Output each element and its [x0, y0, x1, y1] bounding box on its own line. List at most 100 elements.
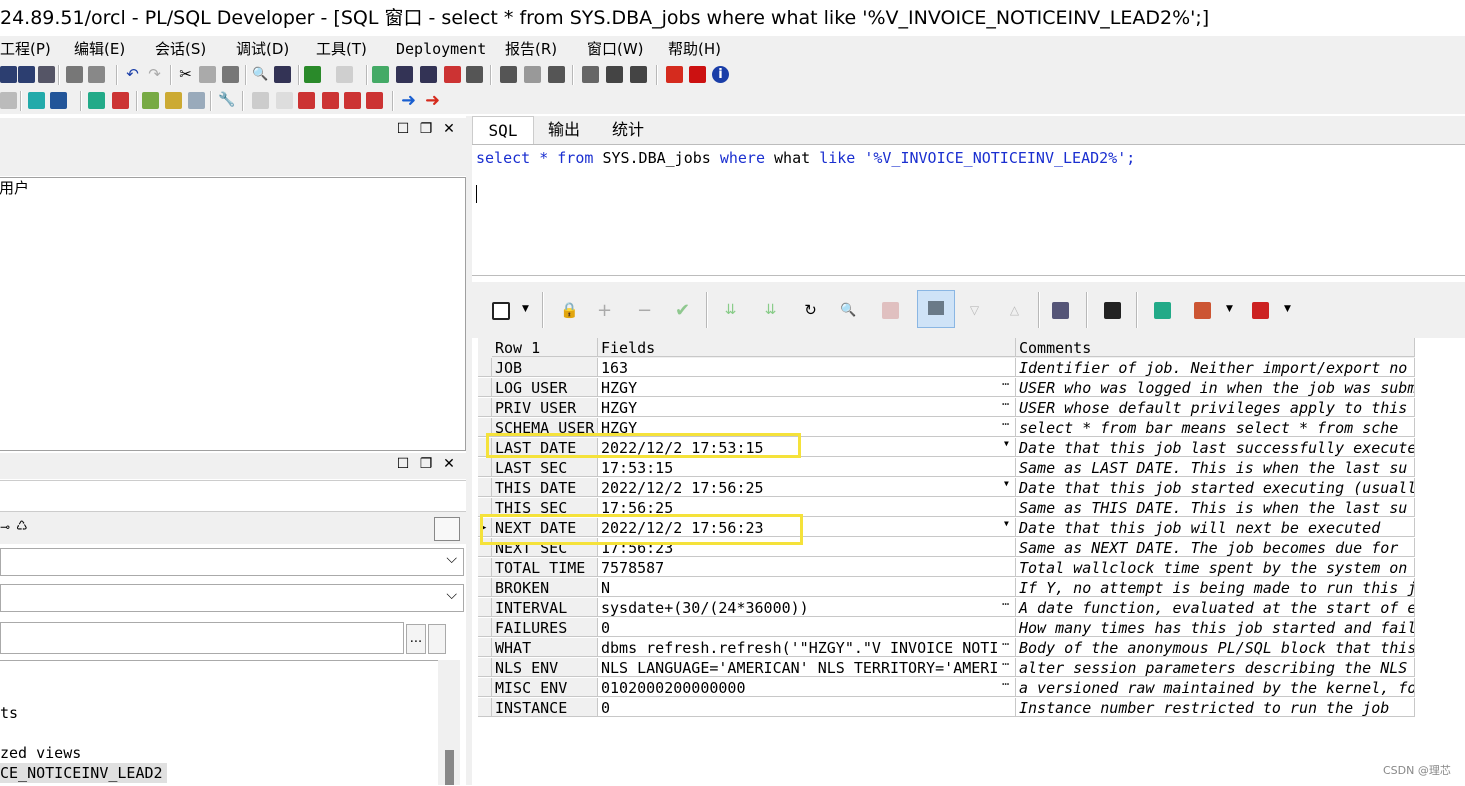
field-name-cell[interactable]: PRIV_USER [492, 398, 598, 417]
find-icon[interactable]: 🔍 [840, 302, 857, 319]
user-select[interactable]: ⌵ [0, 548, 464, 576]
table-row[interactable]: MISC_ENV 0102000200000000 a versioned raw … [478, 678, 1415, 698]
comment-cell[interactable]: Same as THIS_DATE. This is when the last… [1016, 498, 1415, 517]
breakpoint-icon[interactable] [276, 92, 293, 109]
table-row[interactable]: WHAT dbms_refresh.refresh('"HZGY"."V_INVO… [478, 638, 1415, 658]
table-row[interactable]: JOB 163 Identifier of job. Neither import/… [478, 358, 1415, 378]
field-name-cell[interactable]: INSTANCE [492, 698, 598, 717]
save-icon[interactable] [0, 66, 17, 83]
comment-cell[interactable]: How many times has this job started and … [1016, 618, 1415, 637]
grid-view-icon[interactable] [606, 66, 623, 83]
chevron-down-icon[interactable]: ▼ [522, 304, 529, 314]
ellipsis-icon[interactable]: … [1002, 414, 1009, 428]
uncomment-icon[interactable] [466, 66, 483, 83]
table-row[interactable]: INTERVAL sysdate+(30/(24*36000)) A date fu… [478, 598, 1415, 618]
table-row[interactable]: NLS_ENV NLS_LANGUAGE='AMERICAN' NLS_TERRI… [478, 658, 1415, 678]
column-header-comments[interactable]: Comments [1016, 338, 1415, 357]
query-by-example-icon[interactable] [1052, 302, 1069, 319]
sql-editor[interactable]: select * from SYS.DBA_jobs where what li… [472, 144, 1465, 276]
field-name-cell[interactable]: LAST_SEC [492, 458, 598, 477]
find-replace-icon[interactable] [274, 66, 291, 83]
refresh-objects-icon[interactable]: ♺ [16, 519, 28, 534]
field-name-cell[interactable]: JOB [492, 358, 598, 377]
list-item[interactable]: ts [0, 703, 18, 723]
field-name-cell[interactable]: THIS_DATE [492, 478, 598, 497]
sql-window-icon[interactable] [50, 92, 67, 109]
comment-icon[interactable] [444, 66, 461, 83]
comment-cell[interactable]: USER who was logged in when the job was … [1016, 378, 1415, 397]
find-icon[interactable]: 🔍 [252, 66, 269, 83]
cut-icon[interactable]: ✂ [177, 66, 194, 83]
menu-project[interactable]: 工程(P) [0, 36, 51, 62]
menu-window[interactable]: 窗口(W) [587, 36, 644, 62]
previous-record-icon[interactable]: ▽ [966, 302, 983, 319]
comment-cell[interactable]: Identifier of job. Neither import/export… [1016, 358, 1415, 377]
pdf-icon[interactable] [689, 66, 706, 83]
comment-cell[interactable]: Date that this job last successfully exe… [1016, 438, 1415, 457]
row-indicator[interactable] [478, 478, 492, 497]
connection-icon[interactable] [1154, 302, 1171, 319]
ellipsis-icon[interactable]: … [1002, 654, 1009, 668]
execute-icon[interactable] [304, 66, 321, 83]
menu-debug[interactable]: 调试(D) [236, 36, 289, 62]
ellipsis-icon[interactable]: … [1002, 374, 1009, 388]
plus-icon[interactable]: + [596, 302, 613, 320]
field-value-cell[interactable]: sysdate+(30/(24*36000)) [598, 598, 1016, 617]
comment-cell[interactable]: Body of the anonymous PL/SQL block that … [1016, 638, 1415, 657]
color-picker-button[interactable] [434, 517, 460, 541]
ellipsis-icon[interactable]: … [1002, 634, 1009, 648]
table-row[interactable]: LOG_USER HZGY USER who was logged in when … [478, 378, 1415, 398]
field-name-cell[interactable]: FAILURES [492, 618, 598, 637]
row-indicator[interactable] [478, 618, 492, 637]
table-row[interactable]: TOTAL_TIME 7578587 Total wallclock time sp… [478, 558, 1415, 578]
field-value-cell[interactable]: 0 [598, 618, 1016, 637]
table-view-icon[interactable] [630, 66, 647, 83]
cascade-icon[interactable] [548, 66, 565, 83]
dropdown-icon[interactable]: ▼ [1004, 479, 1009, 488]
print-icon[interactable] [66, 66, 83, 83]
filter-icon[interactable]: ⊸ [0, 520, 10, 534]
check-icon[interactable]: ✔ [674, 302, 691, 320]
comment-cell[interactable]: USER whose default privileges apply to t… [1016, 398, 1415, 417]
fetch-last-icon[interactable]: ⇊ [762, 302, 779, 319]
undo-icon[interactable]: ↶ [124, 66, 141, 83]
row-indicator[interactable] [478, 458, 492, 477]
explain-icon[interactable] [142, 92, 159, 109]
field-value-cell[interactable]: N [598, 578, 1016, 597]
field-name-cell[interactable]: BROKEN [492, 578, 598, 597]
connect-icon[interactable] [0, 92, 17, 109]
redo-icon[interactable]: ↷ [146, 66, 163, 83]
field-value-cell[interactable]: HZGY [598, 378, 1016, 397]
grid-header[interactable]: Row 1 Fields Comments [478, 338, 1415, 358]
step-out-icon[interactable] [366, 92, 383, 109]
maximize-icon[interactable]: ☐ [396, 122, 410, 136]
dropdown-icon[interactable]: ▼ [1004, 439, 1009, 448]
field-name-cell[interactable]: LOG_USER [492, 378, 598, 397]
field-name-cell[interactable]: WHAT [492, 638, 598, 657]
scrollbar[interactable] [438, 660, 460, 785]
windows-icon[interactable] [582, 66, 599, 83]
menu-session[interactable]: 会话(S) [155, 36, 206, 62]
row-indicator[interactable] [478, 378, 492, 397]
field-value-cell[interactable]: 2022/12/2 17:56:25 [598, 478, 1016, 497]
ellipsis-icon[interactable]: … [1002, 594, 1009, 608]
row-indicator[interactable] [478, 678, 492, 697]
menu-tools[interactable]: 工具(T) [316, 36, 367, 62]
field-value-cell[interactable]: 163 [598, 358, 1016, 377]
field-value-cell[interactable]: 17:53:15 [598, 458, 1016, 477]
field-name-cell[interactable]: MISC_ENV [492, 678, 598, 697]
tile-icon[interactable] [524, 66, 541, 83]
scrollbar-thumb[interactable] [445, 750, 454, 785]
copy-icon[interactable] [199, 66, 216, 83]
indent-icon[interactable] [396, 66, 413, 83]
export-icon[interactable] [1252, 302, 1269, 319]
column-header-row[interactable]: Row 1 [492, 338, 598, 357]
comment-cell[interactable]: A date function, evaluated at the start … [1016, 598, 1415, 617]
beautify-icon[interactable] [372, 66, 389, 83]
chevron-down-icon[interactable]: ▼ [1226, 304, 1233, 314]
object-tree[interactable]: 用户 [0, 177, 466, 451]
unindent-icon[interactable] [420, 66, 437, 83]
menu-report[interactable]: 报告(R) [505, 36, 557, 62]
menu-edit[interactable]: 编辑(E) [74, 36, 125, 62]
print-preview-icon[interactable] [88, 66, 105, 83]
